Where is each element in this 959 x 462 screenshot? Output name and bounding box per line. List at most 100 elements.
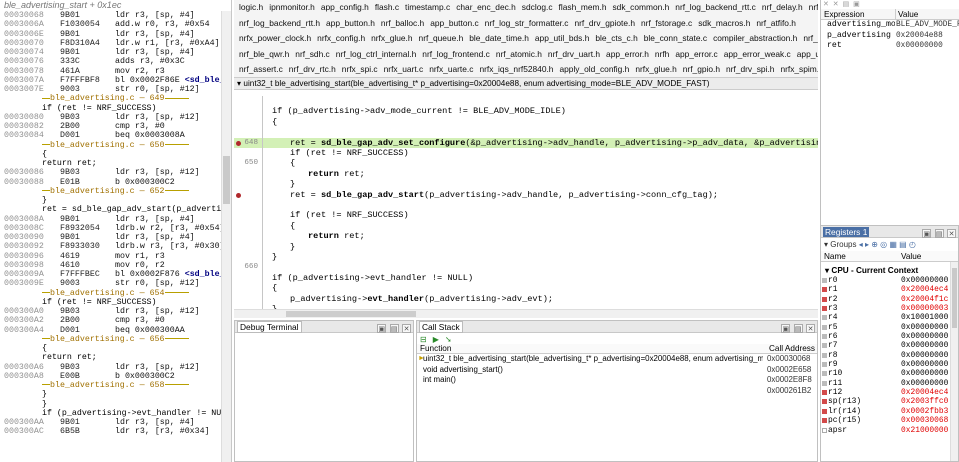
tab-nrfx-iqs-nrf52840-h[interactable]: nrfx_iqs_nrf52840.h [477,62,555,77]
register-row[interactable]: r8 0x00000000 [821,351,958,360]
tab-app-button-h[interactable]: app_button.h [324,16,377,32]
register-row[interactable]: r6 0x00000000 [821,332,958,341]
tab-flash-mem-h[interactable]: flash_mem.h [557,0,609,16]
disasm-line[interactable]: 00030070 F8D310A4 ldr.w r1, [r3, #0xA4] [0,39,221,48]
code-line[interactable] [234,96,818,107]
disasm-line[interactable]: 000300A8 E00B b 0x000300C2 [0,372,221,381]
debug-terminal-panel[interactable]: Debug Terminal ▣ ▤ ✕ [234,320,414,462]
breakpoint-icon[interactable] [236,140,241,146]
code-line[interactable] [234,127,818,138]
register-row[interactable]: r1 0x20004ec4 [821,285,958,294]
code-line[interactable]: if (ret != NRF_SUCCESS) [234,148,818,159]
tab-nrfx-h[interactable]: nrfx.h [807,0,818,16]
disasm-line[interactable]: 0003006E 9B01 ldr r3, [sp, #4] [0,30,221,39]
tab-nrf-atfifo-h[interactable]: nrf_atfifo.h [754,16,798,32]
tab-nrfh[interactable]: nrfh [653,47,671,63]
register-row[interactable]: pc(r15) 0x00030068 [821,416,958,425]
register-group-cpu[interactable]: ▾ CPU - Current Context [821,265,958,276]
tab-nrf-assert-c[interactable]: nrf_assert.c [237,62,285,77]
breakpoint-icon[interactable] [236,192,241,198]
tab-nrf-gpio-h[interactable]: nrf_gpio.h [681,62,722,77]
editor-hscrollbar[interactable] [234,309,818,318]
registers-col-name[interactable]: Name [824,251,846,262]
disasm-line[interactable]: 00030074 9B01 ldr r3, [sp, #4] [0,48,221,57]
register-row[interactable]: apsr 0x21000000 [821,426,958,435]
code-line[interactable]: if (p_advertising->evt_handler != NULL) [234,272,818,284]
disasm-line[interactable]: 000300AA 9B01 ldr r3, [sp, #4] [0,418,221,427]
disasm-line[interactable]: 0003006A F1030054 add.w r0, r3, #0x54 [0,20,221,29]
code-line[interactable]: { [234,116,818,128]
tab-apply-old-config-h[interactable]: apply_old_config.h [557,62,631,77]
code-line[interactable]: if (ret != NRF_SUCCESS) [234,210,818,221]
tab-nrf-drv-spi-h[interactable]: nrf_drv_spi.h [724,62,776,77]
disasm-line[interactable]: 00030080 9B03 ldr r3, [sp, #12] [0,113,221,122]
code-line[interactable]: } [234,179,818,190]
register-row[interactable]: r9 0x00000000 [821,360,958,369]
code-line[interactable]: { [234,220,818,232]
tab-nrf-sdh-c[interactable]: nrf_sdh.c [293,47,331,63]
panel-float-icon[interactable]: ▤ [389,324,399,333]
disasm-line[interactable]: 00030078 461A mov r2, r3 [0,67,221,76]
tab-nrf-queue-h[interactable]: nrf_queue.h [417,31,466,47]
panel-float-icon[interactable]: ▤ [934,229,944,238]
tab-ble-date-time-h[interactable]: ble_date_time.h [467,31,531,47]
tab-nrfx-spi-c[interactable]: nrfx_spi.c [340,62,380,77]
groups-dropdown-icon[interactable]: ▾ [824,240,828,249]
watch-col-expression[interactable]: Expression [824,9,865,20]
panel-menu-icon[interactable]: ▣ [377,324,387,333]
tab-sdk-macros-h[interactable]: sdk_macros.h [696,16,752,32]
tab-app-config-h[interactable]: app_config.h [319,0,371,16]
disasm-line[interactable]: 000300A2 2B00 cmp r3, #0 [0,316,221,325]
disassembly-pane[interactable]: ble_advertising_start + 0x1ec 00030068 9B… [0,0,232,462]
panel-menu-icon[interactable]: ▣ [781,324,791,333]
expand-icon[interactable]: ▾ [825,266,829,275]
code-line[interactable]: 660 [234,262,818,273]
tab-nrfx-glue-h[interactable]: nrfx_glue.h [633,62,678,77]
tab-nrf-atomic-h[interactable]: nrf_atomic.h [494,47,544,63]
code-line[interactable]: { [234,283,818,294]
call-stack-col-function[interactable]: Function [420,344,451,354]
watch-row[interactable]: ret 0x00000000 [821,41,959,52]
tab-nrfx-power-clock-h[interactable]: nrfx_power_clock.h [237,31,313,47]
tab-sdclog-c[interactable]: sdclog.c [520,0,555,16]
register-row[interactable]: r0 0x00000000 [821,276,958,285]
tab-flash-c[interactable]: flash.c [373,0,401,16]
tab-nrfx-glue-h[interactable]: nrfx_glue.h [369,31,414,47]
tab-ble-conn-state-c[interactable]: ble_conn_state.c [642,31,709,47]
disasm-line[interactable]: 000300A0 9B03 ldr r3, [sp, #12] [0,307,221,316]
disasm-line[interactable]: 0003007E 9003 str r0, [sp, #12] [0,85,221,94]
tab-compiler-abstraction-h[interactable]: compiler_abstraction.h [711,31,799,47]
call-stack-title[interactable]: Call Stack [419,321,463,333]
watch-row[interactable]: advertising_modeBLE_ADV_MODE_FAST [821,20,959,31]
tab-app-util-platform-c[interactable]: app_util_platform.c [795,47,818,63]
editor-function-header[interactable]: ▾ uint32_t ble_advertising_start(ble_adv… [234,78,818,90]
code-line[interactable]: ret = sd_ble_gap_adv_start(p_advertising… [234,189,818,200]
tab-app-util-bds-h[interactable]: app_util_bds.h [533,31,591,47]
tab-nrf-log-str-formatter-c[interactable]: nrf_log_str_formatter.c [483,16,571,32]
disassembly-scrollbar[interactable] [221,11,231,462]
disasm-line[interactable]: 00030084 D001 beq 0x0003008A [0,131,221,140]
tab-nrfx-config-h[interactable]: nrfx_config.h [315,31,367,47]
tab-nrfx-uart-c[interactable]: nrfx_uart.c [382,62,426,77]
registers-scrollbar[interactable] [950,262,958,461]
register-row[interactable]: r12 0x20004ec4 [821,388,958,397]
call-stack-panel[interactable]: Call Stack ▣ ▤ ✕ ⊟ ▶ ➘ Function Call Add… [416,320,818,462]
editor-hscroll-thumb[interactable] [286,311,416,317]
disassembly-scroll-thumb[interactable] [223,156,230,204]
disasm-line[interactable]: 000300A6 9B03 ldr r3, [sp, #12] [0,363,221,372]
watch-panel[interactable]: ✕ ✕ ▤ ▣ Expression Value advertising_mod… [820,0,959,225]
code-line[interactable]: 650 { [234,158,818,169]
call-stack-col-address[interactable]: Call Address [769,344,815,354]
tab-nrf-balloc-h[interactable]: nrf_balloc.h [379,16,426,32]
disasm-line[interactable]: 0003009E 9003 str r0, [sp, #12] [0,279,221,288]
disasm-line[interactable]: 00030076 333C adds r3, #0x3C [0,57,221,66]
register-row[interactable]: r7 0x00000000 [821,341,958,350]
tab-nrf-log-ctrl-internal-h[interactable]: nrf_log_ctrl_internal.h [334,47,419,63]
disasm-line[interactable]: 0003009A F7FFFBEC bl 0x0002F876 <sd_ble_ga [0,270,221,279]
tab-timestamp-c[interactable]: timestamp.c [403,0,452,16]
tab-ipnmonitor-h[interactable]: ipnmonitor.h [267,0,317,16]
call-stack-row[interactable]: ► uint32_t ble_advertising_start(ble_adve… [417,354,817,365]
tab-nrf-log-frontend-c[interactable]: nrf_log_frontend.c [420,47,492,63]
registers-scroll-thumb[interactable] [952,268,957,328]
disasm-line[interactable]: 00030068 9B01 ldr r3, [sp, #4] [0,11,221,21]
